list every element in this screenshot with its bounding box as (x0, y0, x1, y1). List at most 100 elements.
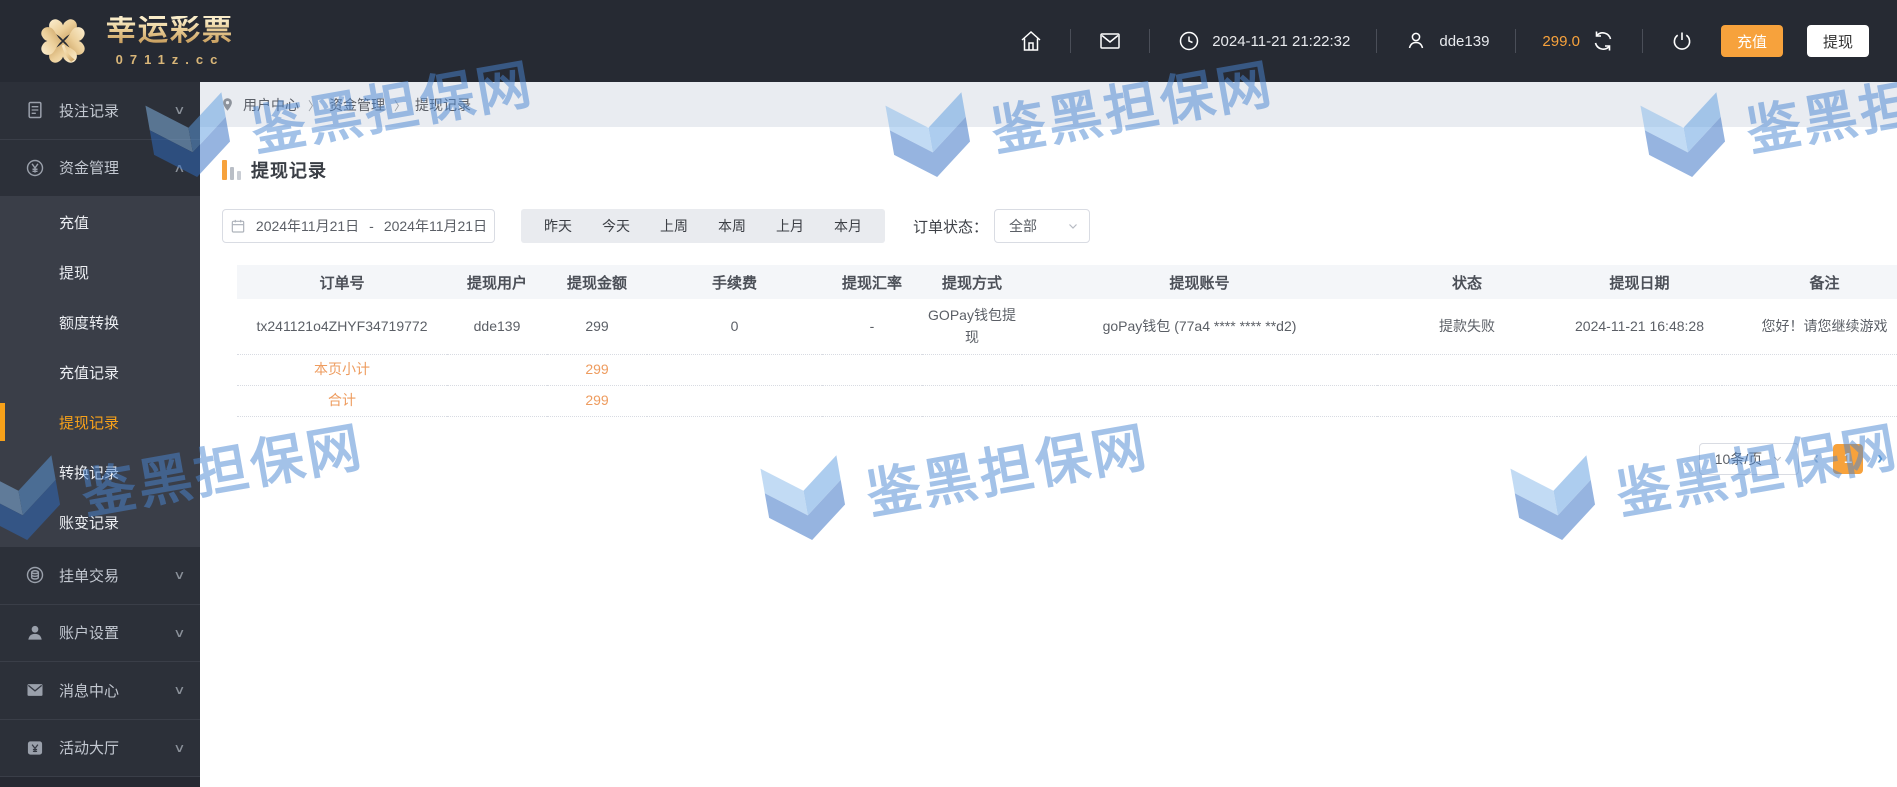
order-status-select[interactable]: 全部 (994, 209, 1091, 243)
date-range-input[interactable]: 2024年11月21日 - 2024年11月21日 (222, 209, 495, 243)
quick-date-button[interactable]: 今天 (587, 209, 645, 243)
money-icon (24, 157, 46, 179)
brand-logo[interactable]: 幸运彩票 0711z.cc (34, 12, 234, 70)
recharge-button[interactable]: 充值 (1720, 25, 1783, 57)
top-header: 幸运彩票 0711z.cc 2024-11-21 21:22:32 dde139 (0, 0, 1897, 82)
quick-date-filters: 昨天 今天 上周 本周 上月 本月 (521, 209, 885, 243)
sidebar-subitem[interactable]: 账变记录 (0, 497, 200, 547)
table-header-cell: 提现方式 (922, 265, 1022, 299)
header-separator (1070, 29, 1072, 53)
activity-icon (24, 737, 46, 759)
table-cell (1557, 354, 1722, 387)
sidebar-item[interactable]: 消息中心 ∨ (0, 662, 200, 720)
table-header-cell: 提现汇率 (822, 265, 922, 299)
table-cell (822, 385, 922, 417)
chevron-down-icon: ∨ (173, 740, 186, 755)
table-cell (647, 354, 822, 387)
table-header-cell: 提现账号 (1022, 265, 1377, 299)
header-separator (1515, 29, 1517, 53)
brand-domain: 0711z.cc (115, 52, 225, 67)
username: dde139 (1439, 32, 1490, 50)
sidebar-item[interactable]: 投注记录 ∨ (0, 82, 200, 140)
sidebar-item[interactable]: 挂单交易 ∨ (0, 547, 200, 605)
breadcrumb-item[interactable]: 用户中心 (243, 97, 299, 113)
table-cell: - (822, 299, 922, 356)
prev-page-button[interactable]: ‹ (1813, 448, 1819, 469)
sidebar-item-label: 资金管理 (59, 160, 120, 178)
table-header-cell: 提现金额 (547, 265, 647, 299)
person-icon (24, 622, 46, 644)
header-separator (1149, 29, 1151, 53)
sidebar-subitem[interactable]: 额度转换 (0, 297, 200, 347)
sidebar-subitem[interactable]: 转换记录 (0, 447, 200, 497)
record-icon (24, 99, 46, 121)
table-cell (1377, 385, 1557, 417)
next-page-button[interactable]: › (1877, 448, 1883, 469)
refresh-icon[interactable] (1590, 28, 1616, 54)
sidebar-item-label: 投注记录 (59, 102, 120, 120)
bar-chart-icon (222, 160, 241, 180)
chevron-down-icon (1772, 451, 1783, 467)
page-title: 提现记录 (251, 161, 327, 181)
quick-date-button[interactable]: 上周 (645, 209, 703, 243)
mail-icon[interactable] (1097, 28, 1123, 54)
sidebar: 投注记录 ∨ 资金管理 ∧ 充值 提现 额度转换 充值记录 提现记录 转换记录 账变记录 挂单交易 ∨ 账… (0, 82, 200, 787)
brand-name: 幸运彩票 (106, 14, 234, 47)
coins-icon (24, 564, 46, 586)
balance-amount: 299.0 (1542, 32, 1580, 50)
subtotal-row-label: 本页小计 (237, 354, 447, 387)
current-page-button[interactable]: 1 (1833, 443, 1863, 474)
sidebar-item[interactable]: 活动大厅 ∨ (0, 719, 200, 778)
table-cell: 提款失败 (1377, 299, 1557, 356)
power-icon[interactable] (1669, 28, 1695, 54)
sidebar-subitem[interactable]: 提现记录 (0, 397, 200, 447)
subtotal-row-value: 299 (547, 354, 647, 387)
sidebar-item[interactable]: 资金管理 ∧ (0, 139, 200, 198)
order-status-value: 全部 (1009, 218, 1038, 234)
sidebar-subitem[interactable]: 充值记录 (0, 347, 200, 397)
subtotal-row: 本页小计 299 (237, 354, 1897, 387)
table-cell: 0 (647, 299, 822, 356)
table-header-cell: 提现日期 (1557, 265, 1722, 299)
breadcrumb-separator: 〉 (308, 98, 321, 113)
home-icon[interactable] (1018, 28, 1044, 54)
total-row-label: 合计 (237, 385, 447, 417)
sidebar-subitem[interactable]: 充值 (0, 197, 200, 247)
table-cell: 2024-11-21 16:48:28 (1557, 299, 1722, 356)
sidebar-subitem[interactable]: 提现 (0, 247, 200, 297)
breadcrumb-item: 提现记录 (415, 96, 472, 113)
clover-logo-icon (41, 19, 85, 63)
calendar-icon (230, 218, 246, 234)
withdraw-button[interactable]: 提现 (1806, 25, 1869, 57)
main-content: 用户中心〉资金管理〉提现记录 提现记录 2024年11月21日 - 2024年1… (200, 82, 1897, 787)
sidebar-item[interactable]: 账户设置 ∨ (0, 604, 200, 663)
table-cell (1022, 354, 1377, 387)
table-cell: GOPay钱包提现 (922, 299, 1022, 356)
table-header-cell: 状态 (1377, 265, 1557, 299)
table-header-cell: 手续费 (647, 265, 822, 299)
quick-date-button[interactable]: 本周 (703, 209, 761, 243)
chevron-down-icon (1067, 220, 1079, 232)
table-cell (1557, 385, 1722, 417)
table-cell (1722, 354, 1897, 387)
sidebar-item-label: 消息中心 (59, 682, 120, 700)
quick-date-button[interactable]: 昨天 (529, 209, 587, 243)
header-separator (1376, 29, 1378, 53)
table-header-cell: 备注 (1722, 265, 1897, 299)
date-separator: - (369, 218, 374, 234)
order-status-label: 订单状态： (913, 218, 989, 236)
sidebar-item-label: 活动大厅 (59, 740, 120, 758)
total-row-value: 299 (547, 385, 647, 417)
quick-date-button[interactable]: 上月 (761, 209, 819, 243)
table-header-cell: 提现用户 (447, 265, 547, 299)
date-start: 2024年11月21日 (255, 218, 360, 234)
quick-date-button[interactable]: 本月 (819, 209, 877, 243)
sidebar-item-label: 账户设置 (59, 625, 120, 643)
user-account[interactable]: dde139 (1403, 28, 1489, 54)
breadcrumb-item[interactable]: 资金管理 (329, 97, 385, 113)
table-row: tx241121o4ZHYF34719772 dde139 299 0- GOPay钱包… (237, 299, 1897, 356)
page-size-select[interactable]: 10条/页 (1699, 442, 1799, 475)
sidebar-submenu: 充值 提现 额度转换 充值记录 提现记录 转换记录 账变记录 (0, 197, 200, 548)
table-cell (822, 354, 922, 387)
table-cell: tx241121o4ZHYF34719772 (237, 299, 447, 356)
